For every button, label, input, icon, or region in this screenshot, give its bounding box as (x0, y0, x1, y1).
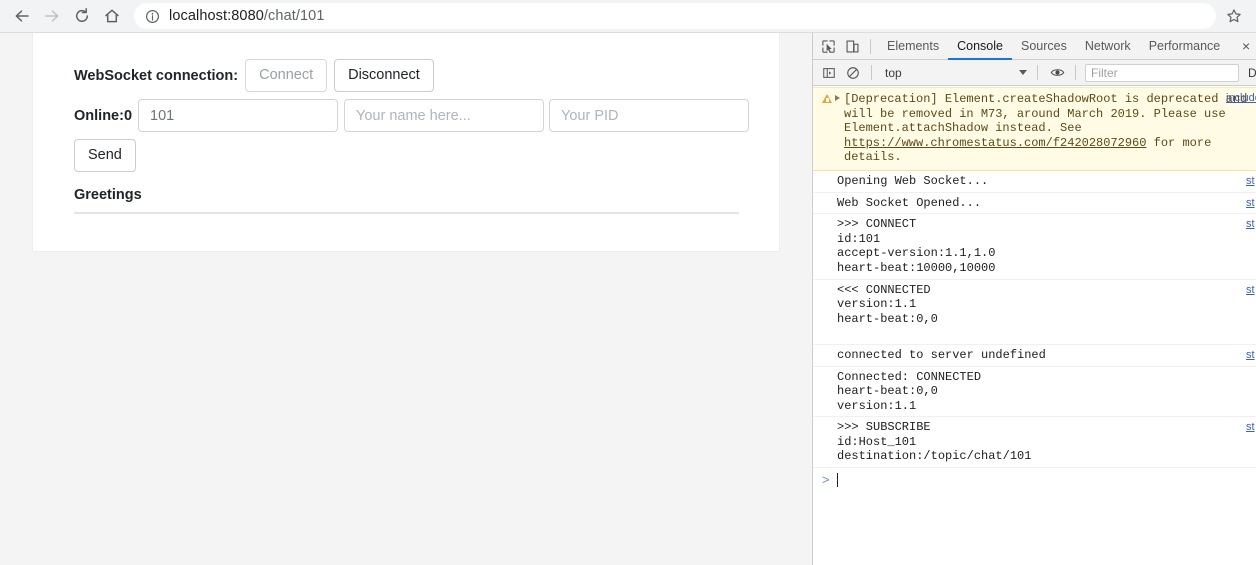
arrow-left-icon (15, 10, 29, 22)
source-link[interactable]: st (1246, 420, 1256, 435)
home-button[interactable] (98, 2, 126, 30)
forward-button[interactable] (38, 2, 66, 30)
source-link[interactable]: st (1246, 348, 1256, 363)
url-text: localhost:8080/chat/101 (169, 8, 324, 24)
tab-elements[interactable]: Elements (878, 33, 948, 60)
warning-icon (822, 94, 832, 103)
devtools-tabbar: Elements Console Sources Network Perform… (813, 33, 1256, 60)
chromestatus-link[interactable]: https://www.chromestatus.com/f2420280729… (844, 136, 1146, 150)
console-message-text: connected to server undefined (837, 347, 1046, 362)
source-link[interactable]: st (1246, 217, 1256, 232)
back-button[interactable] (8, 2, 36, 30)
tab-performance[interactable]: Performance (1140, 33, 1230, 60)
greetings-table: Greetings (74, 186, 739, 214)
greetings-header: Greetings (74, 186, 739, 214)
console-message-connected-frame[interactable]: <<< CONNECTED version:1.1 heart-beat:0,0… (813, 280, 1256, 345)
console-toolbar: top Default lev (813, 60, 1256, 86)
browser-toolbar: localhost:8080/chat/101 (0, 0, 1256, 33)
reload-button[interactable] (68, 2, 96, 30)
console-toolbar-divider (871, 65, 872, 80)
websocket-label: WebSocket connection: (74, 67, 239, 84)
console-toolbar-divider-3 (1075, 65, 1076, 80)
send-button[interactable]: Send (74, 139, 136, 172)
console-message-text: Web Socket Opened... (837, 195, 982, 210)
console-message-text: >>> SUBSCRIBE id:Host_101 destination:/t… (837, 420, 1032, 464)
clear-console-button[interactable] (841, 61, 865, 84)
reload-icon (75, 8, 89, 22)
chat-id-input[interactable] (138, 99, 339, 132)
clear-console-icon (847, 66, 859, 79)
url-path: /chat/101 (263, 8, 325, 24)
tab-network[interactable]: Network (1076, 33, 1140, 60)
execution-context-label: top (885, 65, 902, 80)
source-link[interactable]: include. (1226, 91, 1256, 106)
console-messages[interactable]: [Deprecation] Element.createShadowRoot i… (813, 87, 1256, 565)
console-message-text: >>> CONNECT id:101 accept-version:1.1,1.… (837, 217, 996, 275)
execution-context-select[interactable]: top (879, 63, 1031, 83)
prompt-chevron-icon: > (822, 472, 830, 488)
inspect-element-icon (821, 39, 835, 53)
source-link[interactable]: st (1246, 283, 1256, 298)
star-icon (1227, 9, 1241, 23)
chat-card: WebSocket connection: Connect Disconnect… (32, 33, 780, 252)
address-bar[interactable]: localhost:8080/chat/101 (134, 3, 1216, 29)
log-level-select[interactable]: Default lev (1248, 66, 1256, 80)
warning-text: [Deprecation] Element.createShadowRoot i… (813, 92, 1256, 165)
pid-input[interactable] (549, 99, 750, 132)
home-icon (105, 9, 119, 23)
page-viewport: WebSocket connection: Connect Disconnect… (0, 33, 812, 565)
console-message-opened[interactable]: Web Socket Opened... st (813, 193, 1256, 215)
bookmark-button[interactable] (1220, 2, 1248, 30)
console-toolbar-divider-2 (1037, 65, 1038, 80)
connect-button[interactable]: Connect (245, 59, 328, 92)
url-host: localhost:8080 (169, 8, 264, 24)
tab-console[interactable]: Console (948, 33, 1012, 60)
console-sidebar-button[interactable] (817, 61, 841, 84)
expand-arrow-icon[interactable] (835, 95, 840, 101)
console-message-text: Connected: CONNECTED heart-beat:0,0 vers… (837, 369, 982, 413)
name-input[interactable] (344, 99, 545, 132)
console-message-server[interactable]: connected to server undefined st (813, 345, 1256, 367)
device-toolbar-icon (846, 40, 859, 53)
chevron-down-icon (1019, 70, 1027, 75)
screen: localhost:8080/chat/101 WebSocket connec… (0, 0, 1256, 565)
console-prompt[interactable]: > (813, 468, 1256, 490)
console-message-warning[interactable]: [Deprecation] Element.createShadowRoot i… (813, 87, 1256, 171)
inspect-element-button[interactable] (816, 35, 840, 58)
page-info-icon[interactable] (144, 8, 160, 24)
console-message-opening[interactable]: Opening Web Socket... st (813, 171, 1256, 193)
live-expression-icon (1050, 69, 1064, 76)
close-icon[interactable]: × (1242, 33, 1256, 60)
connection-row: WebSocket connection: Connect Disconnect (74, 59, 739, 92)
console-message-text: Opening Web Socket... (837, 173, 989, 188)
online-count-label: Online:0 (74, 107, 133, 124)
devtools-panel: Elements Console Sources Network Perform… (812, 33, 1256, 565)
console-message-connect[interactable]: >>> CONNECT id:101 accept-version:1.1,1.… (813, 214, 1256, 280)
device-toolbar-button[interactable] (840, 35, 864, 58)
console-message-text: <<< CONNECTED version:1.1 heart-beat:0,0 (837, 282, 938, 326)
live-expression-button[interactable] (1045, 61, 1069, 84)
toolbar-divider (870, 38, 871, 54)
console-message-connected[interactable]: Connected: CONNECTED heart-beat:0,0 vers… (813, 367, 1256, 418)
warning-message: [Deprecation] Element.createShadowRoot i… (844, 92, 1255, 136)
identity-row: Online:0 (74, 99, 750, 132)
console-message-subscribe[interactable]: >>> SUBSCRIBE id:Host_101 destination:/t… (813, 417, 1256, 469)
send-row: Send (74, 139, 739, 172)
tab-sources[interactable]: Sources (1012, 33, 1076, 60)
source-link[interactable]: st (1246, 196, 1256, 211)
console-sidebar-icon (823, 67, 835, 78)
disconnect-button[interactable]: Disconnect (334, 59, 434, 92)
arrow-right-icon (45, 10, 59, 22)
chat-form: WebSocket connection: Connect Disconnect… (33, 33, 779, 214)
text-cursor (837, 473, 838, 488)
source-link[interactable]: st (1246, 174, 1256, 189)
console-filter-input[interactable] (1085, 63, 1239, 82)
